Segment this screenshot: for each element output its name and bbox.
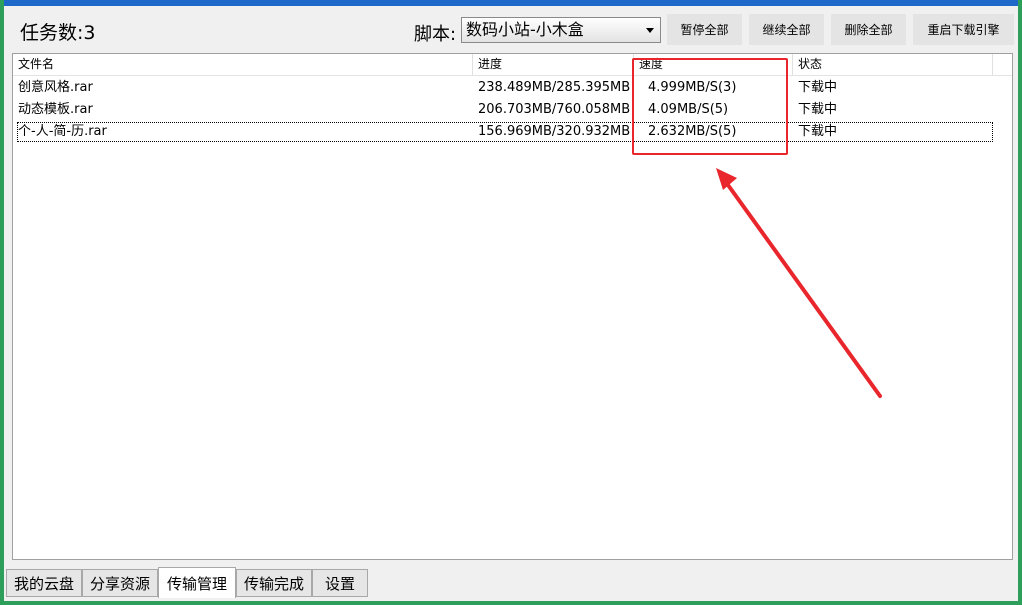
tab-my-cloud[interactable]: 我的云盘 (6, 569, 82, 597)
tab-transfer-management[interactable]: 传输管理 (158, 567, 236, 598)
tab-shared-resources[interactable]: 分享资源 (82, 569, 158, 597)
annotation-arrow-icon (716, 168, 882, 398)
tab-settings[interactable]: 设置 (312, 569, 368, 597)
tab-transfer-complete[interactable]: 传输完成 (236, 569, 312, 597)
bottom-tab-bar: 我的云盘 分享资源 传输管理 传输完成 设置 (4, 567, 1018, 601)
app-window: 任务数:3 脚本: 数码小站-小木盒 暂停全部 继续全部 删除全部 重启下载引擎… (4, 0, 1018, 601)
